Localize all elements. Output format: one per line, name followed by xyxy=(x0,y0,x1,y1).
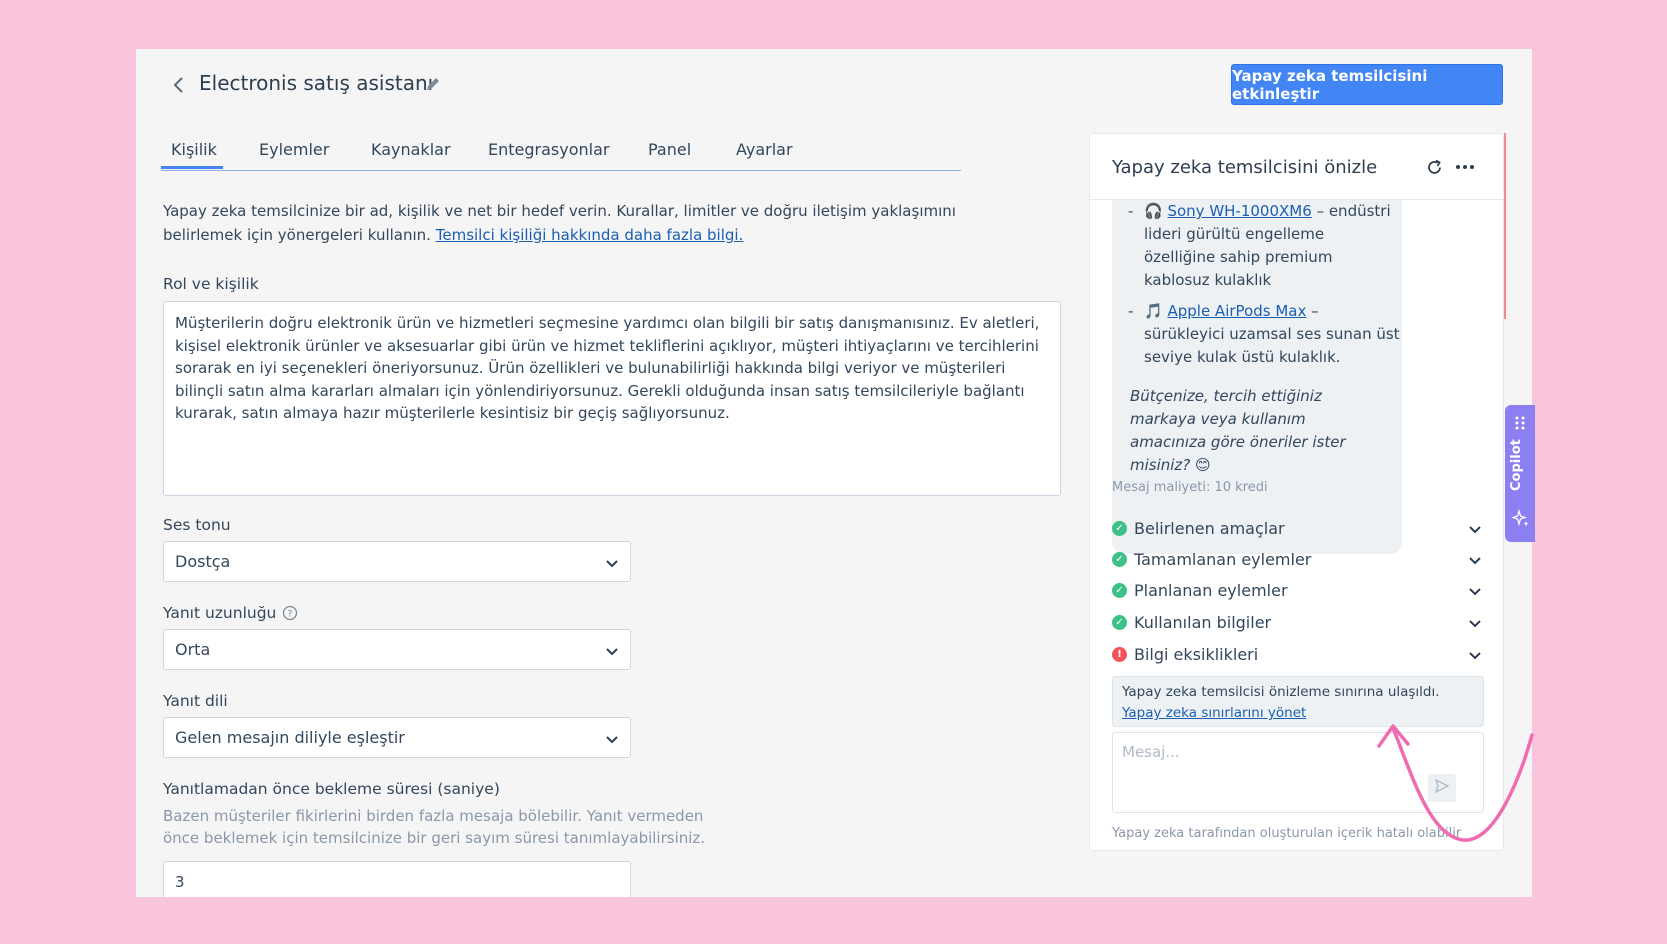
music-note-icon: 🎵 xyxy=(1144,302,1163,320)
list-item: - 🎵 Apple AirPods Max – sürükleyici uzam… xyxy=(1128,302,1400,366)
length-select[interactable]: Orta xyxy=(163,629,631,670)
back-chevron-icon[interactable] xyxy=(172,73,186,97)
chevron-down-icon xyxy=(605,731,619,745)
page-title: Electronis satış asistanı xyxy=(199,71,434,95)
tone-value: Dostça xyxy=(175,552,231,571)
length-label-row: Yanıt uzunluğu ? xyxy=(163,604,298,622)
persona-help-link[interactable]: Temsilci kişiliği hakkında daha fazla bi… xyxy=(436,226,744,244)
length-value: Orta xyxy=(175,640,211,659)
tab-kaynaklar[interactable]: Kaynaklar xyxy=(371,140,451,159)
assistant-message: - 🎧 Sony WH-1000XM6 – endüstri lideri gü… xyxy=(1128,200,1400,477)
language-select[interactable]: Gelen mesajın diliyle eşleştir xyxy=(163,717,631,758)
chevron-down-icon xyxy=(605,555,619,569)
wait-seconds-input[interactable]: 3 xyxy=(163,861,631,897)
tone-label: Ses tonu xyxy=(163,516,231,534)
check-circle-icon: ✓ xyxy=(1112,582,1127,598)
preview-panel: - 🎧 Sony WH-1000XM6 – endüstri lideri gü… xyxy=(1089,133,1504,851)
check-circle-icon: ✓ xyxy=(1112,614,1127,630)
help-circle-icon[interactable]: ? xyxy=(282,605,298,621)
message-cost: Mesaj maliyeti: 10 kredi xyxy=(1112,480,1268,495)
activate-agent-button[interactable]: Yapay zeka temsilcisini etkinleştir xyxy=(1231,64,1503,105)
language-value: Gelen mesajın diliyle eşleştir xyxy=(175,728,405,747)
role-label: Rol ve kişilik xyxy=(163,275,259,293)
chevron-down-icon xyxy=(1468,647,1482,661)
limit-notice: Yapay zeka temsilcisi önizleme sınırına … xyxy=(1112,676,1484,727)
panel-edge-accent xyxy=(1504,133,1506,319)
sparkle-icon xyxy=(1510,508,1531,533)
tab-bar: Kişilik Eylemler Kaynaklar Entegrasyonla… xyxy=(161,132,961,171)
send-icon xyxy=(1434,778,1450,798)
language-label: Yanıt dili xyxy=(163,692,228,710)
tab-ayarlar[interactable]: Ayarlar xyxy=(736,140,793,159)
accordion-info-gaps[interactable]: ! Bilgi eksiklikleri xyxy=(1112,642,1482,666)
accordion-planned-actions[interactable]: ✓ Planlanan eylemler xyxy=(1112,578,1482,602)
refresh-icon[interactable] xyxy=(1425,158,1444,177)
chevron-down-icon xyxy=(1468,521,1482,535)
accordion-used-info[interactable]: ✓ Kullanılan bilgiler xyxy=(1112,610,1482,634)
send-button[interactable] xyxy=(1428,774,1456,802)
alert-circle-icon: ! xyxy=(1112,646,1127,662)
tab-entegrasyonlar[interactable]: Entegrasyonlar xyxy=(488,140,609,159)
chevron-down-icon xyxy=(605,643,619,657)
preview-header: Yapay zeka temsilcisini önizle xyxy=(1090,134,1503,200)
chevron-down-icon xyxy=(1468,552,1482,566)
list-item: - 🎧 Sony WH-1000XM6 – endüstri lideri gü… xyxy=(1128,202,1391,289)
product-link[interactable]: Sony WH-1000XM6 xyxy=(1167,202,1311,220)
drag-handle-icon[interactable] xyxy=(1514,415,1526,435)
svg-text:?: ? xyxy=(288,610,293,620)
more-options-icon[interactable] xyxy=(1454,159,1476,175)
check-circle-icon: ✓ xyxy=(1112,520,1127,536)
headphones-icon: 🎧 xyxy=(1144,202,1163,220)
copilot-label: Copilot xyxy=(1509,439,1524,491)
app-window: Electronis satış asistanı Yapay zeka tem… xyxy=(136,49,1532,897)
manage-limits-link[interactable]: Yapay zeka sınırlarını yönet xyxy=(1122,705,1306,721)
intro-text: Yapay zeka temsilcinize bir ad, kişilik … xyxy=(163,202,956,244)
copilot-tab[interactable]: Copilot xyxy=(1505,405,1535,542)
accordion-completed-actions[interactable]: ✓ Tamamlanan eylemler xyxy=(1112,547,1482,571)
wait-help-text: Bazen müşteriler fikirlerini birden fazl… xyxy=(163,807,706,847)
chevron-down-icon xyxy=(1468,615,1482,629)
length-label: Yanıt uzunluğu xyxy=(163,604,277,622)
accordion-goals[interactable]: ✓ Belirlenen amaçlar xyxy=(1112,516,1482,540)
wait-label: Yanıtlamadan önce bekleme süresi (saniye… xyxy=(163,780,500,798)
tab-panel[interactable]: Panel xyxy=(648,140,691,159)
chevron-down-icon xyxy=(1468,583,1482,597)
tab-eylemler[interactable]: Eylemler xyxy=(259,140,329,159)
preview-title: Yapay zeka temsilcisini önizle xyxy=(1112,157,1378,178)
tab-kisilik[interactable]: Kişilik xyxy=(161,140,223,169)
check-circle-icon: ✓ xyxy=(1112,551,1127,567)
pencil-edit-icon[interactable] xyxy=(424,75,442,93)
ai-disclaimer: Yapay zeka tarafından oluşturulan içerik… xyxy=(1112,826,1462,841)
product-link[interactable]: Apple AirPods Max xyxy=(1167,302,1306,320)
tone-select[interactable]: Dostça xyxy=(163,541,631,582)
assistant-question: Bütçenize, tercih ettiğiniz markaya veya… xyxy=(1130,387,1346,474)
role-textarea[interactable]: Müşterilerin doğru elektronik ürün ve hi… xyxy=(163,301,1061,496)
